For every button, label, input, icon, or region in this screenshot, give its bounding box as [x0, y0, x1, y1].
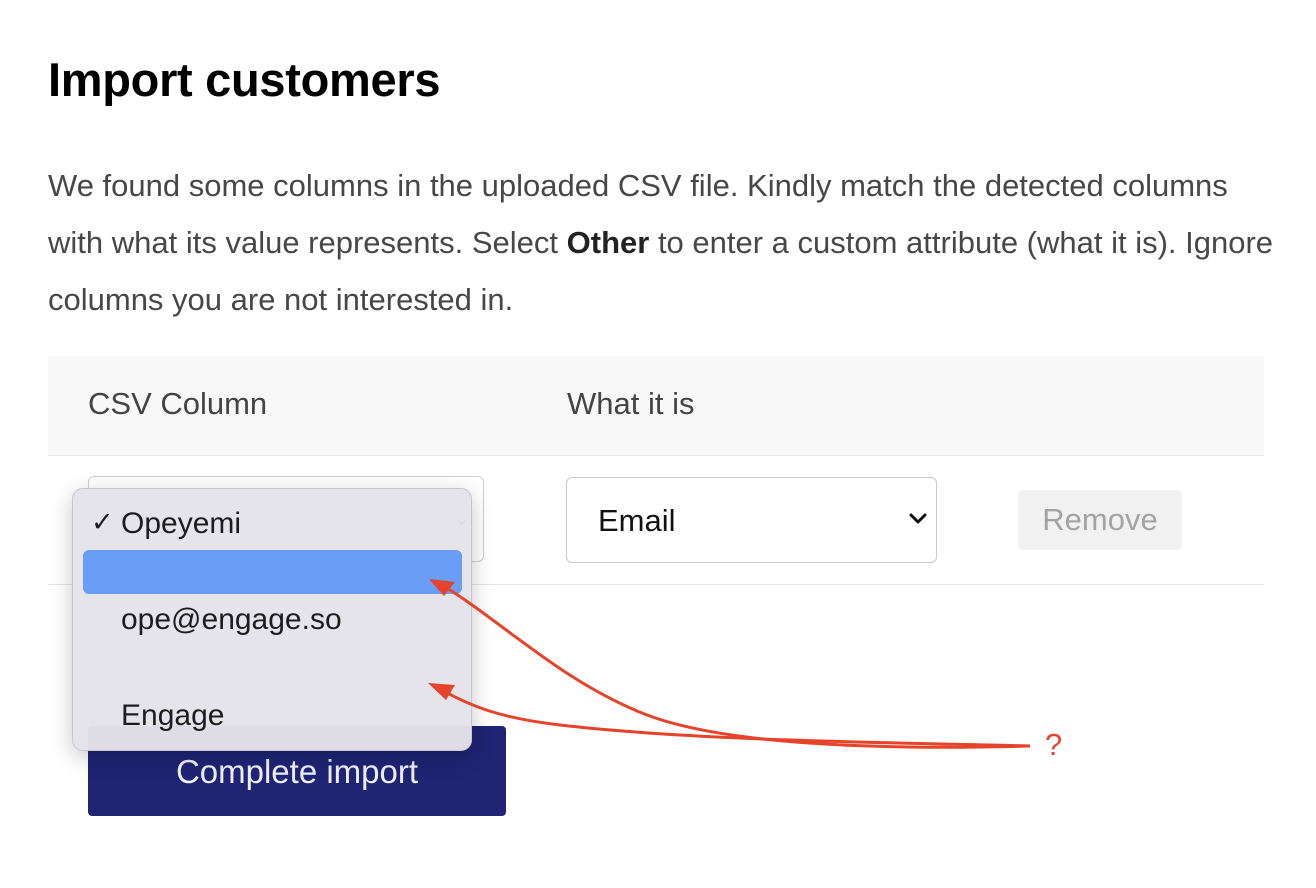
annotation-arrow-top [441, 583, 1031, 749]
complete-import-label: Complete import [175, 753, 419, 790]
csv-column-dropdown-menu: ✓ Opeyemi ope@engage.so Engage [72, 488, 472, 751]
column-header-csv: CSV Column [88, 386, 268, 421]
annotation-arrow-bottom [441, 688, 1031, 748]
remove-button[interactable]: Remove [1018, 490, 1182, 550]
chevron-down-icon [909, 513, 927, 524]
intro-text: We found some columns in the uploaded CS… [48, 157, 1278, 328]
column-header-what-it-is: What it is [567, 386, 695, 421]
intro-text-other: Other [566, 225, 650, 260]
checkmark-icon: ✓ [91, 507, 114, 537]
dropdown-option-label: ope@engage.so [121, 603, 342, 636]
what-it-is-select[interactable]: Email [566, 477, 937, 563]
dropdown-option-label: Engage [121, 699, 225, 732]
dropdown-option-label: Opeyemi [121, 507, 242, 540]
page-title: Import customers [48, 53, 441, 106]
dropdown-option-empty-highlighted[interactable] [83, 550, 462, 594]
annotation-question-mark: ? [1045, 727, 1063, 762]
what-it-is-value: Email [598, 503, 676, 538]
